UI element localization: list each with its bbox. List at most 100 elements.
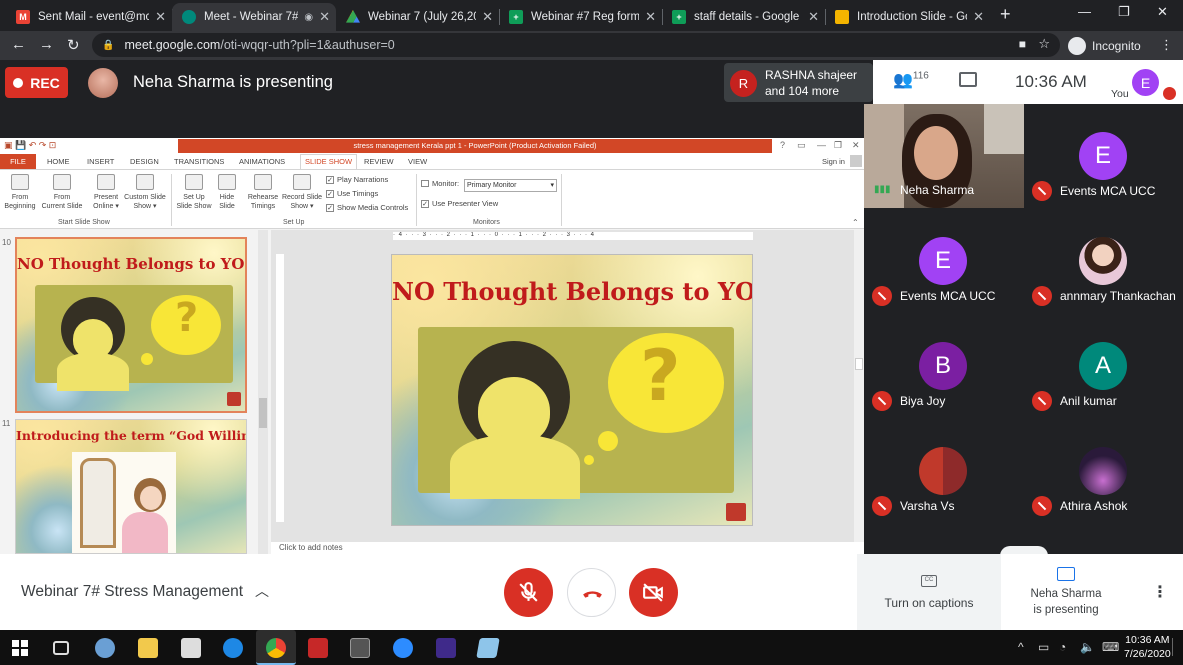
ribbon-tab-insert[interactable]: INSERT bbox=[87, 157, 114, 166]
play-narrations-checkbox[interactable]: ✓ Play Narrations bbox=[326, 175, 388, 184]
video-editor-icon[interactable] bbox=[436, 638, 456, 658]
chevron-up-icon[interactable]: ^ bbox=[1018, 640, 1024, 654]
presenting-button[interactable]: Neha Sharma is presenting bbox=[1001, 554, 1131, 630]
zoom-icon[interactable] bbox=[393, 638, 413, 658]
windows-start-icon[interactable] bbox=[12, 640, 28, 656]
set-up-slideshow-button[interactable]: Set Up Slide Show bbox=[174, 174, 214, 211]
tab-meet[interactable]: Meet - Webinar 7# ◉ ✕ bbox=[172, 3, 336, 31]
notes-app-icon[interactable] bbox=[181, 638, 201, 658]
app-window-icon[interactable] bbox=[350, 638, 370, 658]
address-bar[interactable]: 🔒 meet.google.com/oti-wqqr-uth?pli=1&aut… bbox=[92, 33, 1060, 57]
use-timings-checkbox[interactable]: ✓ Use Timings bbox=[326, 189, 378, 198]
battery-icon[interactable]: ▭ bbox=[1038, 640, 1049, 654]
people-button[interactable]: 👥116 bbox=[893, 70, 929, 90]
ribbon-tab-view[interactable]: VIEW bbox=[408, 157, 427, 166]
monitor-select[interactable]: Primary Monitor ▾ bbox=[464, 179, 557, 192]
close-tab-icon[interactable]: ✕ bbox=[645, 9, 656, 25]
sign-in-link[interactable]: Sign in bbox=[822, 157, 845, 166]
ribbon-tab-slide-show[interactable]: SLIDE SHOW bbox=[300, 154, 358, 169]
ppt-close-icon[interactable]: ✕ bbox=[852, 140, 860, 151]
help-icon[interactable]: ? bbox=[780, 140, 785, 150]
back-icon[interactable]: ← bbox=[11, 36, 26, 53]
tab-intro-slide[interactable]: Introduction Slide - Goo ✕ bbox=[825, 3, 990, 31]
self-avatar[interactable]: E bbox=[1132, 69, 1159, 96]
close-window-icon[interactable]: ✕ bbox=[1157, 4, 1168, 20]
captions-button[interactable]: CC Turn on captions bbox=[857, 554, 1001, 630]
from-current-button[interactable]: From Current Slide bbox=[39, 174, 85, 211]
minimize-icon[interactable]: — bbox=[1078, 4, 1091, 19]
leave-call-button[interactable] bbox=[567, 568, 616, 617]
tab-reg-form[interactable]: + Webinar #7 Reg form ( ✕ bbox=[499, 3, 662, 31]
ribbon-display-icon[interactable]: ▭ bbox=[797, 140, 806, 151]
slide-scrollbar[interactable] bbox=[854, 230, 864, 542]
keyboard-icon[interactable]: ⌨ bbox=[1102, 640, 1119, 654]
scroll-thumb[interactable] bbox=[855, 358, 863, 370]
system-clock[interactable]: 10:36 AM 7/26/2020 bbox=[1124, 633, 1171, 661]
present-online-button[interactable]: Present Online ▾ bbox=[90, 174, 122, 211]
participant-tile[interactable]: annmary Thankachan bbox=[1024, 209, 1183, 314]
bookmark-star-icon[interactable]: ☆ bbox=[1038, 36, 1050, 52]
mail-app-icon[interactable] bbox=[308, 638, 328, 658]
ribbon-tab-home[interactable]: HOME bbox=[47, 157, 70, 166]
slide-thumbnail-10[interactable]: NO Thought Belongs to YOU ? bbox=[15, 237, 247, 413]
collapse-ribbon-icon[interactable]: ⌃ bbox=[852, 218, 859, 227]
network-icon[interactable]: ◔ bbox=[1059, 640, 1066, 654]
ribbon-tab-animations[interactable]: ANIMATIONS bbox=[239, 157, 285, 166]
close-tab-icon[interactable]: ✕ bbox=[155, 9, 166, 25]
browser-menu-icon[interactable]: ⋮ bbox=[1160, 37, 1173, 53]
participant-tile-presenter[interactable]: ▮▮▮ Neha Sharma bbox=[864, 104, 1024, 208]
tab-staff-details[interactable]: + staff details - Google Sl ✕ bbox=[662, 3, 825, 31]
camera-icon[interactable]: ■ bbox=[1019, 37, 1026, 51]
chat-icon[interactable] bbox=[959, 72, 977, 87]
close-tab-icon[interactable]: ✕ bbox=[973, 9, 984, 25]
camera-toggle-button[interactable] bbox=[629, 568, 678, 617]
tab-sent-mail[interactable]: M Sent Mail - event@mca ✕ bbox=[6, 3, 172, 31]
chrome-taskbar-button[interactable] bbox=[256, 630, 296, 665]
from-beginning-button[interactable]: From Beginning bbox=[3, 174, 37, 211]
show-media-controls-checkbox[interactable]: ✓ Show Media Controls bbox=[326, 203, 408, 212]
meeting-title[interactable]: Webinar 7# Stress Management bbox=[21, 583, 243, 601]
close-tab-icon[interactable]: ✕ bbox=[319, 9, 330, 25]
participant-tile[interactable]: Varsha Vs bbox=[864, 419, 1024, 524]
reload-icon[interactable]: ↻ bbox=[67, 36, 80, 54]
ribbon-tab-design[interactable]: DESIGN bbox=[130, 157, 159, 166]
edge-icon[interactable] bbox=[223, 638, 243, 658]
participant-tile[interactable]: Athira Ashok bbox=[1024, 419, 1183, 524]
volume-icon[interactable]: 🔈 bbox=[1080, 640, 1095, 654]
forward-icon[interactable]: → bbox=[39, 36, 54, 53]
more-options-icon[interactable]: ⋮ bbox=[1152, 582, 1168, 602]
notes-pane[interactable]: Click to add notes bbox=[271, 542, 864, 554]
ribbon-tab-review[interactable]: REVIEW bbox=[364, 157, 394, 166]
ribbon-tab-file[interactable]: FILE bbox=[0, 154, 36, 169]
paint-icon[interactable] bbox=[95, 638, 115, 658]
main-slide[interactable]: NO Thought Belongs to YOU ? bbox=[391, 254, 753, 526]
participant-tile[interactable]: B Biya Joy bbox=[864, 314, 1024, 419]
participant-tile[interactable]: E Events MCA UCC bbox=[864, 209, 1024, 314]
mic-toggle-button[interactable] bbox=[504, 568, 553, 617]
restore-icon[interactable]: ❐ bbox=[1118, 4, 1130, 20]
close-tab-icon[interactable]: ✕ bbox=[808, 9, 819, 25]
notepad-icon[interactable] bbox=[476, 638, 500, 658]
new-tab-icon[interactable]: + bbox=[1000, 4, 1011, 25]
rehearse-timings-button[interactable]: Rehearse Timings bbox=[245, 174, 281, 211]
use-presenter-view-checkbox[interactable]: ✓ Use Presenter View bbox=[421, 199, 498, 208]
tab-webinar-drive[interactable]: Webinar 7 (July 26,2020 ✕ bbox=[336, 3, 499, 31]
slide-thumbnail-11[interactable]: Introducing the term “God Willing” bbox=[15, 419, 247, 554]
incognito-indicator[interactable]: Incognito bbox=[1068, 37, 1141, 55]
hide-slide-button[interactable]: Hide Slide bbox=[216, 174, 238, 211]
record-slideshow-button[interactable]: Record Slide Show ▾ bbox=[281, 174, 323, 211]
custom-show-button[interactable]: Custom Slide Show ▾ bbox=[122, 174, 168, 211]
ppt-restore-icon[interactable]: ❐ bbox=[834, 140, 842, 151]
close-tab-icon[interactable]: ✕ bbox=[482, 9, 493, 25]
ppt-minimize-icon[interactable]: — bbox=[817, 140, 826, 150]
chevron-up-icon[interactable]: ︿ bbox=[255, 581, 269, 601]
task-view-icon[interactable] bbox=[53, 641, 69, 655]
participant-tile[interactable]: A Anil kumar bbox=[1024, 314, 1183, 419]
notifications-icon[interactable] bbox=[1172, 638, 1183, 656]
participant-tile[interactable]: E Events MCA UCC bbox=[1024, 104, 1183, 209]
ribbon-tab-transitions[interactable]: TRANSITIONS bbox=[174, 157, 224, 166]
file-explorer-icon[interactable] bbox=[138, 638, 158, 658]
scroll-thumb[interactable] bbox=[259, 398, 267, 428]
thumbnails-scrollbar[interactable] bbox=[258, 230, 268, 554]
ribbon-slide-show: From Beginning From Current Slide Present O… bbox=[0, 169, 864, 229]
